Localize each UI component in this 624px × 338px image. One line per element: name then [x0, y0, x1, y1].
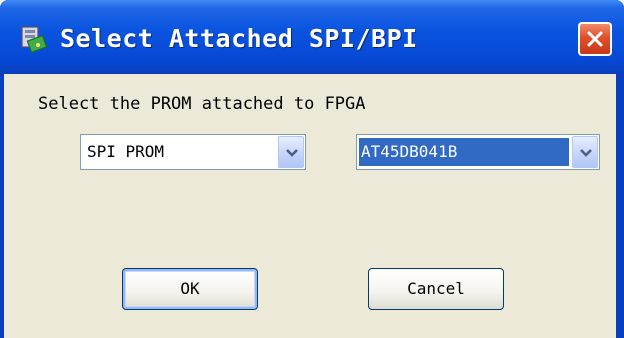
dialog-body: Select the PROM attached to FPGA SPI PRO… — [4, 74, 616, 338]
device-dropdown[interactable]: AT45DB041B — [356, 134, 600, 170]
device-value: AT45DB041B — [359, 138, 569, 166]
dialog-window: Select Attached SPI/BPI Select the PROM … — [0, 0, 624, 338]
prompt-label: Select the PROM attached to FPGA — [38, 94, 366, 114]
prom-type-dropdown[interactable]: SPI PROM — [80, 134, 306, 170]
device-dropdown-button[interactable] — [572, 136, 598, 168]
ok-button[interactable]: OK — [122, 268, 258, 310]
title-bar[interactable]: Select Attached SPI/BPI — [0, 0, 624, 74]
cancel-button[interactable]: Cancel — [368, 268, 504, 310]
app-icon — [20, 24, 48, 54]
close-icon — [587, 31, 603, 47]
prom-type-dropdown-button[interactable] — [278, 136, 304, 168]
prom-type-value: SPI PROM — [87, 142, 165, 161]
chevron-down-icon — [580, 149, 592, 157]
close-button[interactable] — [578, 22, 612, 56]
chevron-down-icon — [286, 149, 298, 157]
window-title: Select Attached SPI/BPI — [60, 24, 418, 53]
